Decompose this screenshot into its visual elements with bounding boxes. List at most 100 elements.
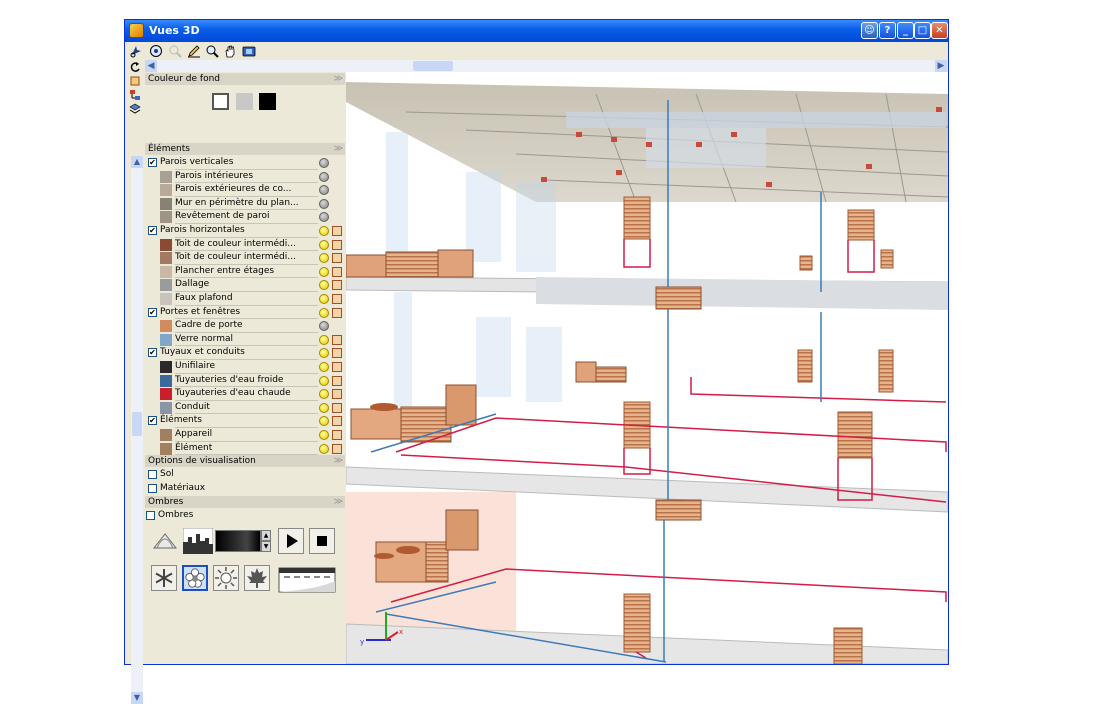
visibility-bulb-icon[interactable] [319,375,329,386]
transparency-cube-icon[interactable] [332,389,342,400]
spring-button[interactable] [182,565,208,591]
element-item-row[interactable]: Faux plafond [145,292,345,306]
color-swatch[interactable] [160,252,172,265]
transparency-cube-icon[interactable] [332,362,342,372]
transparency-cube-icon[interactable] [332,280,342,291]
transparency-cube-icon[interactable] [332,266,342,277]
pan-hand-icon[interactable] [223,44,237,58]
visibility-bulb-icon[interactable] [319,321,329,332]
color-swatch[interactable] [160,401,172,414]
ombres-checkbox[interactable] [146,511,155,520]
element-item-row[interactable]: Revêtement de paroi [145,210,345,224]
visibility-bulb-icon[interactable] [319,158,329,168]
color-swatch[interactable] [160,211,172,224]
color-swatch[interactable] [160,197,172,210]
visibility-bulb-icon[interactable] [319,334,329,345]
transparency-cube-icon[interactable] [332,294,342,304]
zoom-window-icon[interactable] [168,44,182,58]
color-swatch[interactable] [160,170,172,183]
color-swatch[interactable] [160,429,172,441]
maximize-button[interactable]: □ [914,22,931,39]
element-item-row[interactable]: Plancher entre étages [145,265,345,279]
color-swatch[interactable] [160,388,172,401]
visibility-bulb-icon[interactable] [319,266,329,277]
minimize-button[interactable]: _ [897,22,914,39]
transparency-cube-icon[interactable] [332,334,342,345]
element-item-row[interactable]: Appareil [145,428,345,442]
play-button[interactable] [278,528,304,554]
visibility-bulb-icon[interactable] [319,402,329,413]
tree-view-icon[interactable] [129,89,141,101]
group-checkbox[interactable]: ✔ [148,226,157,235]
visibility-bulb-icon[interactable] [319,198,329,209]
rotate-icon[interactable] [129,61,141,73]
collapse-chevron-icon[interactable]: ≫ [334,496,343,508]
visibility-bulb-icon[interactable] [319,416,329,427]
transparency-cube-icon[interactable] [332,402,342,413]
visibility-bulb-icon[interactable] [319,185,329,196]
element-item-row[interactable]: Toit de couleur intermédi... [145,238,345,252]
3d-viewport[interactable]: y x [346,72,948,664]
panel-vertical-scrollbar[interactable]: ▲ ▼ [131,156,143,704]
element-item-row[interactable]: Verre normal [145,333,345,347]
stop-button[interactable] [309,528,335,554]
orbit-icon[interactable] [129,44,143,58]
transparency-cube-icon[interactable] [332,348,342,359]
transparency-cube-icon[interactable] [332,430,342,440]
option-sol[interactable]: Sol [145,468,345,482]
transparency-cube-icon[interactable] [332,443,342,454]
camera-icon[interactable] [242,44,256,58]
scroll-right-icon[interactable]: ▶ [935,60,947,72]
color-swatch[interactable] [160,333,172,346]
visibility-bulb-icon[interactable] [319,171,329,182]
element-item-row[interactable]: Parois intérieures [145,170,345,184]
color-swatch[interactable] [160,361,172,373]
visibility-bulb-icon[interactable] [319,280,329,291]
autumn-button[interactable] [244,565,270,591]
element-item-row[interactable]: Parois extérieures de co... [145,183,345,197]
collapse-chevron-icon[interactable]: ≫ [334,455,343,467]
layers-icon[interactable] [129,103,141,115]
spin-down-icon[interactable]: ▼ [261,541,271,552]
element-group-row[interactable]: ✔ Éléments [145,414,345,428]
shadow-sun-angle-icon[interactable] [151,528,179,554]
element-group-row[interactable]: ✔ Portes et fenêtres [145,306,345,320]
visibility-bulb-icon[interactable] [319,212,329,223]
color-swatch[interactable] [160,374,172,387]
option-ombres[interactable]: Ombres [145,509,345,523]
visibility-bulb-icon[interactable] [319,307,329,318]
viewport-horizontal-scrollbar[interactable]: ◀ ▶ [145,60,947,72]
skyline-icon[interactable] [183,528,213,554]
scroll-thumb[interactable] [132,412,142,436]
calendar-icon[interactable] [278,565,336,593]
visibility-bulb-icon[interactable] [319,389,329,400]
scroll-left-icon[interactable]: ◀ [145,60,157,72]
visibility-bulb-icon[interactable] [319,253,329,264]
visibility-bulb-icon[interactable] [319,430,329,440]
spin-up-icon[interactable]: ▲ [261,530,271,541]
title-bar[interactable]: Vues 3D ☺ ? _ □ ✕ [125,20,948,42]
visibility-bulb-icon[interactable] [319,443,329,454]
element-item-row[interactable]: Toit de couleur intermédi... [145,251,345,265]
bg-swatch-grey[interactable] [236,93,253,110]
scroll-up-icon[interactable]: ▲ [131,156,143,168]
section-elements[interactable]: Éléments ≫ [145,143,345,155]
bg-swatch-white[interactable] [212,93,229,110]
help-button[interactable]: ? [879,22,896,39]
group-checkbox[interactable]: ✔ [148,307,157,317]
element-group-row[interactable]: ✔ Parois verticales [145,156,345,170]
element-item-row[interactable]: Tuyauteries d'eau froide [145,374,345,388]
section-shadows[interactable]: Ombres ≫ [145,496,345,508]
visibility-bulb-icon[interactable] [319,239,329,250]
transparency-cube-icon[interactable] [332,226,342,236]
bg-swatch-black[interactable] [259,93,276,110]
visibility-bulb-icon[interactable] [319,348,329,359]
color-swatch[interactable] [160,265,172,278]
transparency-cube-icon[interactable] [332,307,342,318]
element-item-row[interactable]: Unifilaire [145,360,345,374]
color-swatch[interactable] [160,320,172,333]
zoom-icon[interactable] [205,44,219,58]
option-materiaux[interactable]: Matériaux [145,482,345,496]
context-help-icon[interactable]: ☺ [861,22,878,39]
transparency-cube-icon[interactable] [332,239,342,250]
